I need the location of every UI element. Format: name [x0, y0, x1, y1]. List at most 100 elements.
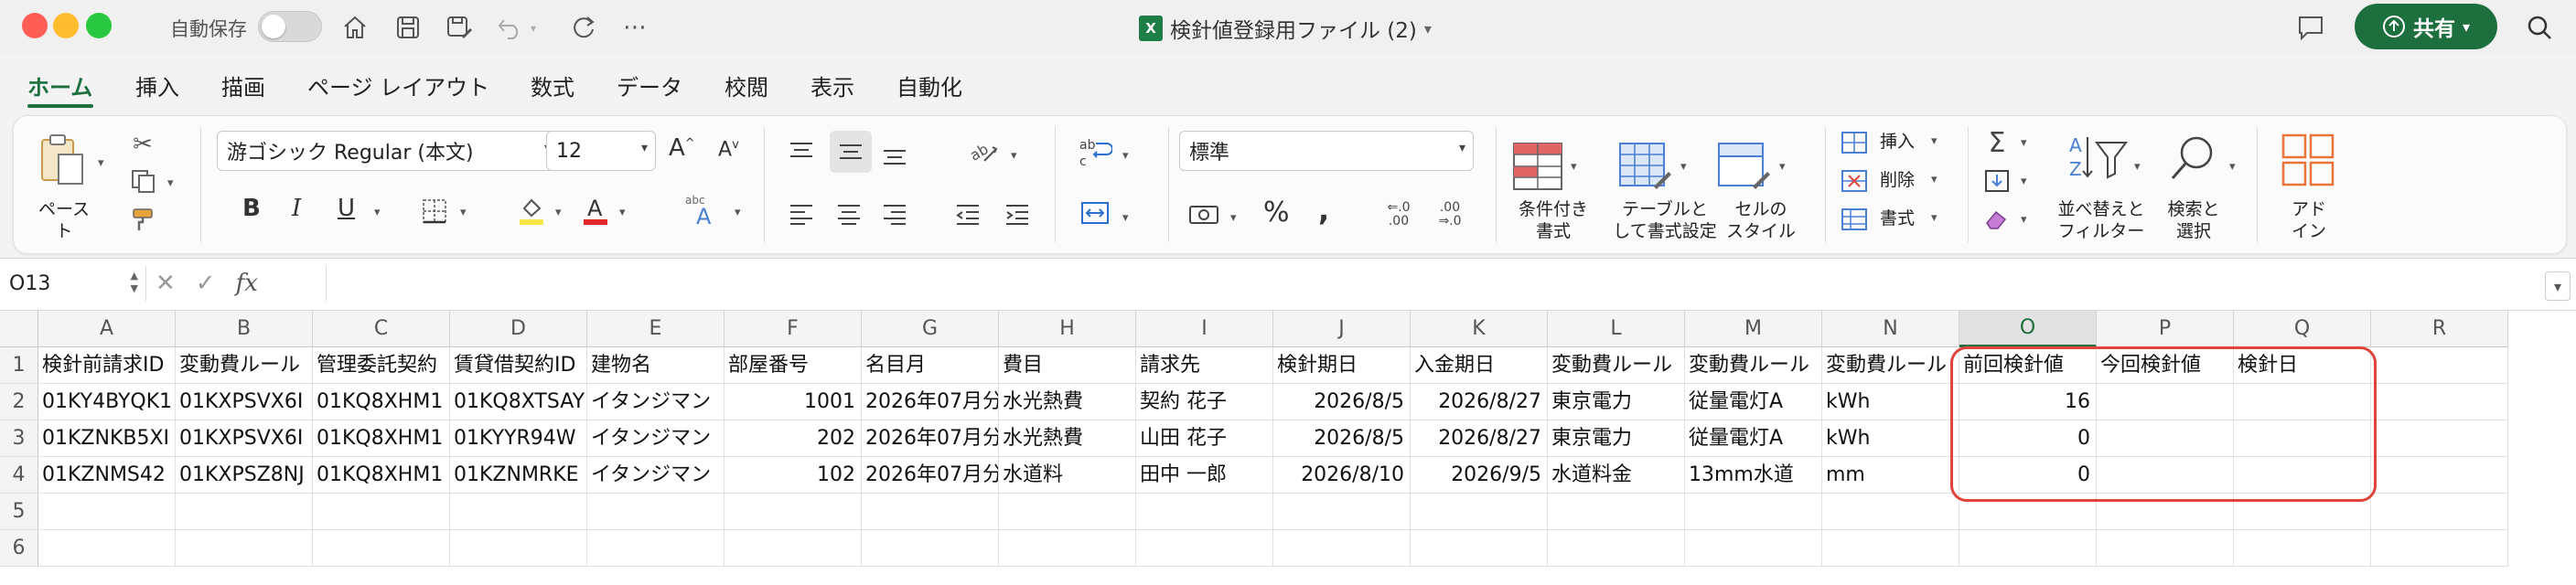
fill-icon[interactable] [1980, 165, 2013, 197]
format-cells-icon[interactable] [1838, 204, 1871, 235]
cell-j2[interactable]: 2026/8/5 [1273, 384, 1411, 420]
font-name-select[interactable]: 游ゴシック Regular (本文)▾ [217, 131, 559, 171]
tab-home[interactable]: ホーム [27, 69, 92, 101]
wrap-text-dropdown-icon[interactable]: ▾ [1122, 149, 1129, 163]
cell-e5[interactable] [587, 494, 724, 530]
cell-h5[interactable] [999, 494, 1136, 530]
cell-i6[interactable] [1136, 530, 1273, 567]
cell-m1[interactable]: 変動費ルール [1685, 347, 1822, 384]
tab-view[interactable]: 表示 [810, 69, 854, 101]
row-header-4[interactable]: 4 [0, 457, 38, 494]
tab-formulas[interactable]: 数式 [531, 69, 574, 101]
cell-h1[interactable]: 費目 [999, 347, 1136, 384]
column-header-e[interactable]: E [587, 311, 724, 347]
confirm-entry-icon[interactable]: ✓ [196, 270, 216, 297]
cell-p6[interactable] [2097, 530, 2234, 567]
home-icon[interactable] [337, 9, 373, 46]
cell-c1[interactable]: 管理委託契約 [313, 347, 450, 384]
insert-cells-icon[interactable] [1838, 127, 1871, 158]
format-as-table-icon[interactable] [1616, 140, 1673, 193]
cell-c5[interactable] [313, 494, 450, 530]
cell-f4[interactable]: 102 [724, 457, 862, 494]
fill-color-icon[interactable] [513, 193, 550, 229]
cell-n1[interactable]: 変動費ルール [1822, 347, 1959, 384]
insert-cells-label[interactable]: 挿入 [1880, 131, 1915, 153]
cell-b6[interactable] [176, 530, 313, 567]
cell-r6[interactable] [2371, 530, 2508, 567]
redo-icon[interactable] [565, 9, 602, 46]
cell-d5[interactable] [450, 494, 587, 530]
cell-a4[interactable]: 01KZNMS42 [38, 457, 176, 494]
column-header-d[interactable]: D [450, 311, 587, 347]
column-header-i[interactable]: I [1136, 311, 1273, 347]
cell-p2[interactable] [2097, 384, 2234, 420]
cell-m5[interactable] [1685, 494, 1822, 530]
cell-styles-icon[interactable] [1715, 140, 1772, 193]
cell-l4[interactable]: 水道料金 [1548, 457, 1685, 494]
undo-dropdown-icon[interactable]: ▾ [531, 22, 536, 35]
row-header-5[interactable]: 5 [0, 494, 38, 530]
save-as-icon[interactable] [441, 9, 478, 46]
format-dropdown-icon[interactable]: ▾ [1931, 211, 1937, 225]
cell-a3[interactable]: 01KZNKB5XI [38, 420, 176, 457]
zoom-window-button[interactable] [86, 13, 112, 38]
cell-k2[interactable]: 2026/8/27 [1411, 384, 1548, 420]
comma-style-icon[interactable]: , [1318, 193, 1329, 228]
row-header-1[interactable]: 1 [0, 347, 38, 384]
align-bottom-icon[interactable] [877, 138, 912, 173]
cell-i4[interactable]: 田中 一郎 [1136, 457, 1273, 494]
cell-n4[interactable]: mm [1822, 457, 1959, 494]
increase-decimal-icon[interactable]: ⇐.0.00 [1379, 195, 1419, 235]
cell-r4[interactable] [2371, 457, 2508, 494]
decrease-indent-icon[interactable] [950, 197, 985, 231]
undo-icon[interactable] [492, 9, 529, 46]
cell-j1[interactable]: 検針期日 [1273, 347, 1411, 384]
cell-e6[interactable] [587, 530, 724, 567]
cell-j5[interactable] [1273, 494, 1411, 530]
cell-i5[interactable] [1136, 494, 1273, 530]
borders-dropdown-icon[interactable]: ▾ [460, 206, 467, 219]
sort-filter-icon[interactable]: AZ [2066, 131, 2131, 186]
font-color-icon[interactable]: A [577, 193, 614, 229]
cell-i2[interactable]: 契約 花子 [1136, 384, 1273, 420]
column-header-a[interactable]: A [38, 311, 176, 347]
align-center-icon[interactable] [832, 197, 866, 231]
cell-q3[interactable] [2234, 420, 2371, 457]
borders-icon[interactable] [416, 193, 453, 229]
cell-n5[interactable] [1822, 494, 1959, 530]
cell-f5[interactable] [724, 494, 862, 530]
cell-b4[interactable]: 01KXPSZ8NJ [176, 457, 313, 494]
underline-icon[interactable]: U [338, 195, 355, 222]
cut-icon[interactable]: ✂ [127, 129, 158, 160]
column-header-l[interactable]: L [1548, 311, 1685, 347]
underline-dropdown-icon[interactable]: ▾ [374, 206, 381, 219]
cell-j6[interactable] [1273, 530, 1411, 567]
align-right-icon[interactable] [877, 197, 912, 231]
cell-b1[interactable]: 変動費ルール [176, 347, 313, 384]
cell-h2[interactable]: 水光熱費 [999, 384, 1136, 420]
cell-c4[interactable]: 01KQ8XHM1 [313, 457, 450, 494]
share-button[interactable]: 共有 ▾ [2355, 4, 2497, 49]
cell-p4[interactable] [2097, 457, 2234, 494]
font-size-select[interactable]: 12 ▾ [546, 131, 656, 171]
fill-dropdown-icon[interactable]: ▾ [2021, 175, 2027, 188]
cell-q2[interactable] [2234, 384, 2371, 420]
cell-l6[interactable] [1548, 530, 1685, 567]
autosave-toggle[interactable] [258, 11, 322, 42]
select-all-corner[interactable] [0, 311, 38, 347]
cell-g5[interactable] [862, 494, 999, 530]
cell-o4[interactable]: 0 [1959, 457, 2097, 494]
cell-d6[interactable] [450, 530, 587, 567]
copy-icon[interactable] [125, 165, 162, 197]
decrease-decimal-icon[interactable]: .00 ⇒.0 [1430, 195, 1470, 235]
cell-n3[interactable]: kWh [1822, 420, 1959, 457]
tab-review[interactable]: 校閲 [724, 69, 768, 101]
cell-a6[interactable] [38, 530, 176, 567]
insert-dropdown-icon[interactable]: ▾ [1931, 134, 1937, 148]
cell-l5[interactable] [1548, 494, 1685, 530]
cell-c6[interactable] [313, 530, 450, 567]
addins-icon[interactable] [2279, 131, 2337, 189]
font-color-dropdown-icon[interactable]: ▾ [619, 206, 626, 219]
conditional-formatting-icon[interactable] [1510, 140, 1565, 193]
cell-k3[interactable]: 2026/8/27 [1411, 420, 1548, 457]
